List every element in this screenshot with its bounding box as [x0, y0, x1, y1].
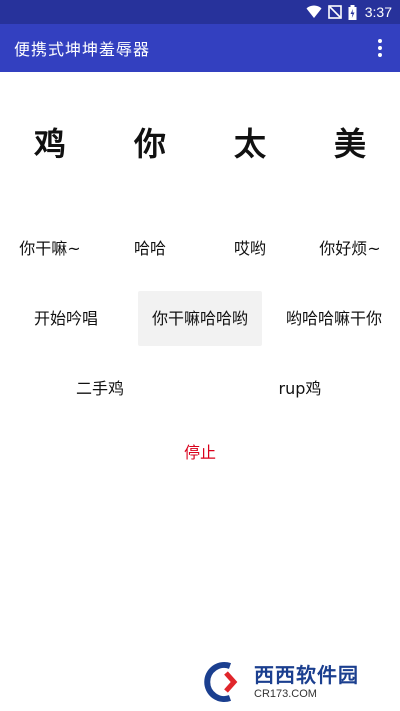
- status-time: 3:37: [364, 4, 392, 20]
- sound-button-1[interactable]: 你干嘛~: [5, 226, 95, 272]
- watermark: 西西软件园 CR173.COM: [200, 660, 392, 704]
- big-char-1: 鸡: [33, 125, 66, 163]
- stop-button[interactable]: 停止: [150, 430, 250, 476]
- title-characters: 鸡 你 太 美: [0, 122, 400, 166]
- watermark-main: 西西软件园: [254, 663, 359, 687]
- sound-button-2[interactable]: 哈哈: [105, 226, 195, 272]
- more-vert-icon[interactable]: [374, 36, 386, 60]
- sound-button-7[interactable]: 哟哈哈嘛干你: [274, 292, 394, 346]
- signal-off-icon: [327, 0, 342, 24]
- sound-button-6[interactable]: 你干嘛哈哈哟: [138, 291, 262, 346]
- big-char-3: 太: [233, 125, 266, 163]
- sound-button-5[interactable]: 开始吟唱: [6, 292, 126, 346]
- sound-button-8[interactable]: 二手鸡: [40, 366, 160, 412]
- sound-button-4[interactable]: 你好烦~: [305, 226, 395, 272]
- big-char-4: 美: [333, 125, 366, 163]
- watermark-sub: CR173.COM: [254, 688, 317, 700]
- app-bar: 便携式坤坤羞辱器: [0, 24, 400, 72]
- app-title: 便携式坤坤羞辱器: [14, 40, 151, 59]
- sound-button-9[interactable]: rup鸡: [240, 366, 360, 412]
- watermark-logo-icon: [204, 662, 238, 702]
- sound-button-3[interactable]: 哎哟: [205, 226, 295, 272]
- battery-charging-icon: [348, 0, 357, 24]
- wifi-icon: [306, 0, 322, 24]
- big-char-2: 你: [133, 125, 166, 163]
- status-bar: 3:37: [0, 0, 400, 24]
